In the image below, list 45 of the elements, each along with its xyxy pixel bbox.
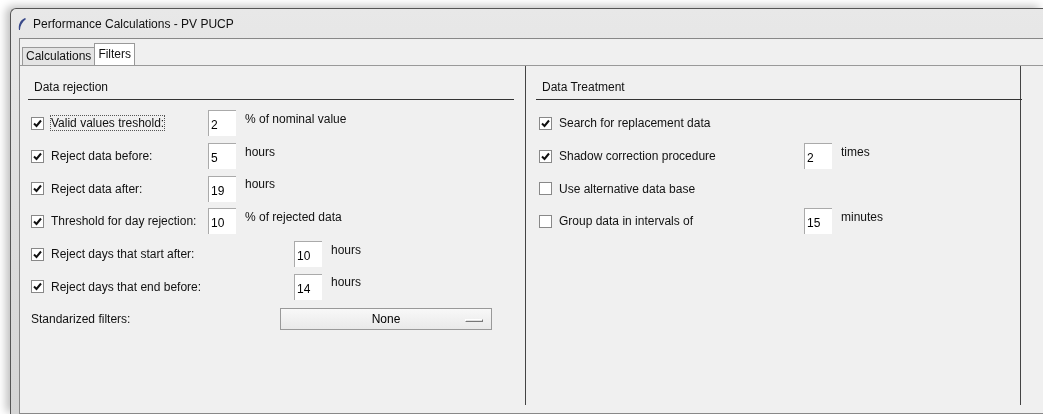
- checkbox[interactable]: [539, 116, 552, 130]
- input-field[interactable]: 15: [804, 208, 832, 235]
- input-field[interactable]: 2: [208, 110, 236, 137]
- unit-label: hours: [331, 274, 362, 292]
- window-title: Performance Calculations - PV PUCP: [33, 15, 234, 33]
- checkbox-label: Group data in intervals of: [559, 214, 694, 229]
- dropdown-button[interactable]: None: [280, 308, 492, 331]
- feather-icon: [17, 16, 27, 31]
- checkbox[interactable]: [31, 280, 44, 294]
- tab[interactable]: Calculations: [22, 47, 96, 65]
- checkbox-label: Threshold for day rejection:: [51, 214, 197, 229]
- input-field[interactable]: 14: [294, 273, 322, 300]
- checkbox-label: Shadow correction procedure: [559, 149, 716, 164]
- checkbox-label: Reject days that start after:: [51, 247, 195, 262]
- checkbox-label: Use alternative data base: [559, 181, 696, 196]
- checkbox-label: Search for replacement data: [559, 116, 711, 131]
- dropdown-indicator-icon: [465, 319, 483, 323]
- input-field[interactable]: 5: [208, 143, 236, 170]
- field-label: Standarized filters:: [30, 311, 132, 329]
- input-field[interactable]: 10: [208, 208, 236, 235]
- checkbox[interactable]: [31, 247, 44, 261]
- input-field[interactable]: 19: [208, 175, 236, 202]
- input-field[interactable]: 10: [294, 241, 322, 268]
- checkbox[interactable]: [539, 149, 552, 163]
- checkbox[interactable]: [539, 214, 552, 228]
- tab[interactable]: Filters: [94, 43, 136, 65]
- unit-label: hours: [331, 241, 362, 259]
- checkbox[interactable]: [31, 214, 44, 228]
- unit-label: % of rejected data: [245, 209, 342, 227]
- checkbox-label: Reject data after:: [51, 181, 143, 196]
- unit-label: % of nominal value: [245, 111, 347, 128]
- checkbox[interactable]: [31, 149, 44, 163]
- input-field[interactable]: 2: [804, 143, 832, 170]
- unit-label: times: [841, 143, 870, 161]
- unit-label: hours: [245, 176, 276, 194]
- section-title: Data Treatment: [536, 76, 1022, 100]
- checkbox-label: Reject days that end before:: [51, 279, 202, 294]
- checkbox-label: Valid values treshold:: [51, 116, 165, 131]
- checkbox-label: Reject data before:: [51, 149, 153, 164]
- checkbox[interactable]: [31, 182, 44, 196]
- section-title: Data rejection: [28, 76, 514, 100]
- unit-label: minutes: [841, 209, 884, 227]
- checkbox[interactable]: [31, 116, 44, 130]
- unit-label: hours: [245, 143, 276, 161]
- checkbox[interactable]: [539, 182, 552, 196]
